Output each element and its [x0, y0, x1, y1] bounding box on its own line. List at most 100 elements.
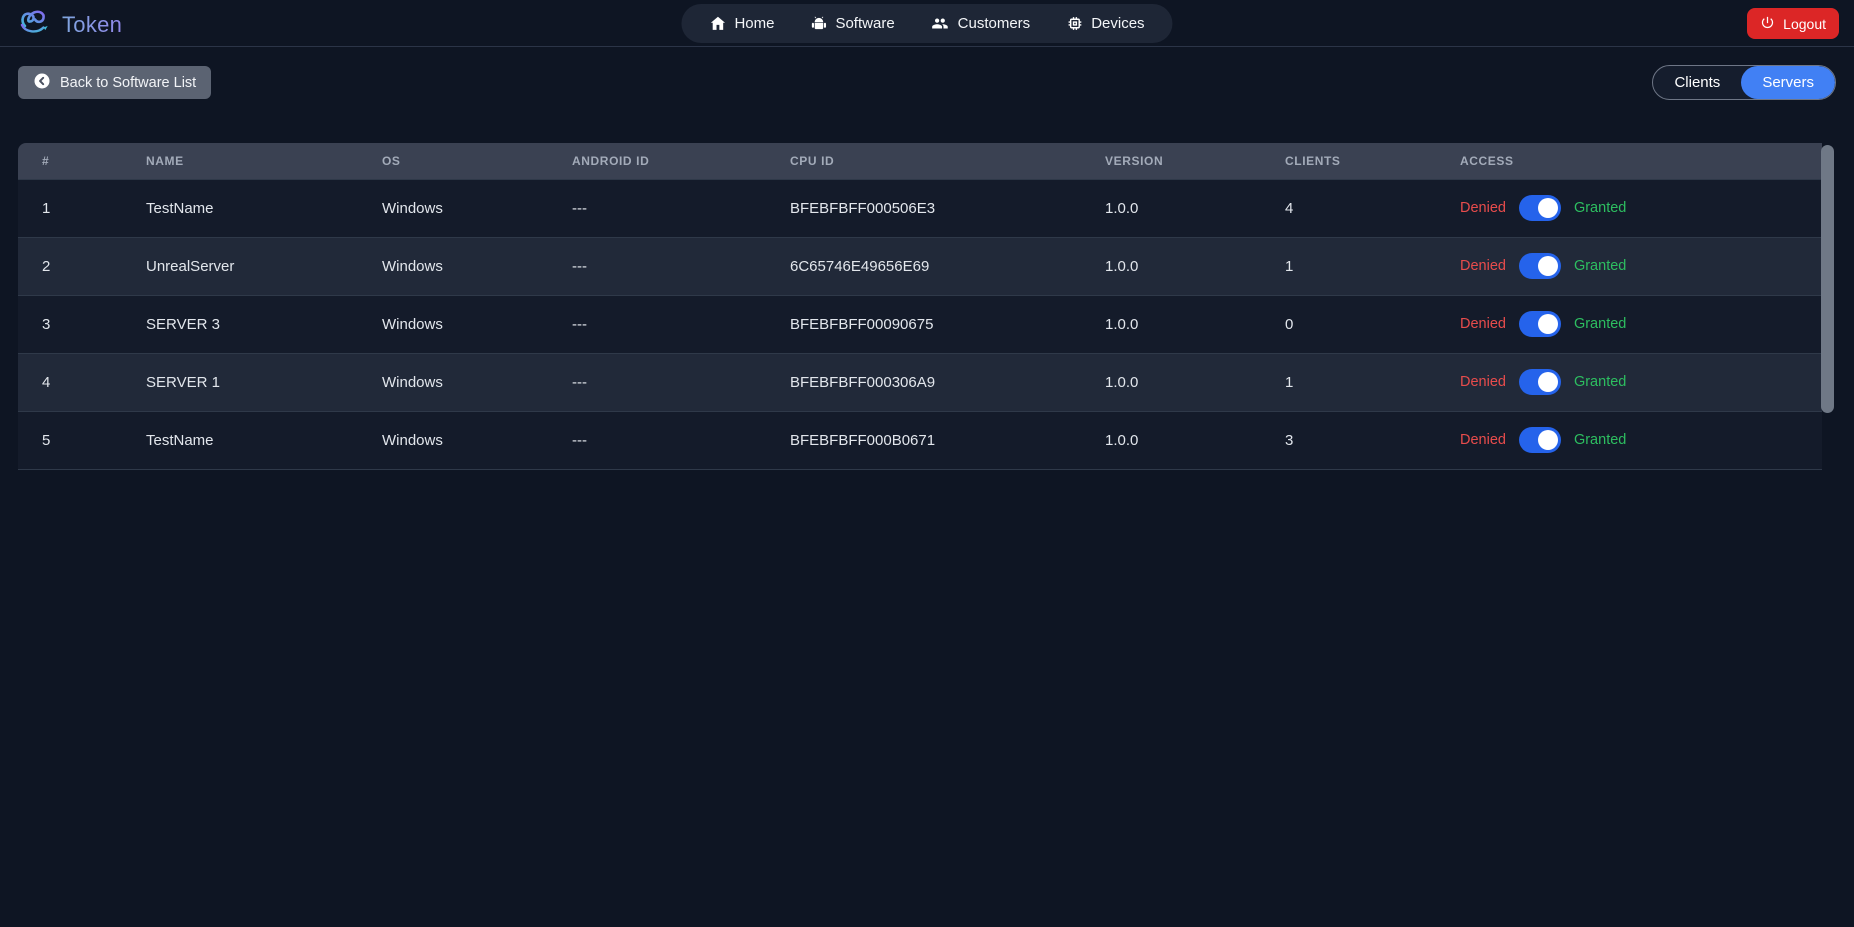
- access-toggle[interactable]: [1519, 195, 1561, 221]
- table-row: 1 TestName Windows --- BFEBFBFF000506E3 …: [18, 179, 1822, 237]
- people-icon: [931, 15, 950, 32]
- cell-access: Denied Granted: [1436, 295, 1822, 353]
- table-header: # NAME OS ANDROID ID CPU ID VERSION CLIE…: [18, 143, 1822, 179]
- cell-android-id: ---: [548, 353, 766, 411]
- nav-item-label: Software: [835, 15, 894, 32]
- col-header-access: ACCESS: [1436, 143, 1822, 179]
- table-body: 1 TestName Windows --- BFEBFBFF000506E3 …: [18, 179, 1822, 469]
- cell-os: Windows: [358, 411, 548, 469]
- cell-clients: 4: [1261, 179, 1436, 237]
- circle-arrow-left-icon: [33, 72, 51, 94]
- cell-access: Denied Granted: [1436, 411, 1822, 469]
- denied-label: Denied: [1460, 374, 1506, 390]
- col-header-os: OS: [358, 143, 548, 179]
- cell-index: 5: [18, 411, 122, 469]
- toggle-knob: [1538, 372, 1558, 392]
- vertical-scrollbar-thumb[interactable]: [1821, 145, 1834, 413]
- cell-os: Windows: [358, 237, 548, 295]
- nav-item-devices[interactable]: Devices: [1066, 15, 1144, 32]
- toggle-knob: [1538, 314, 1558, 334]
- access-toggle[interactable]: [1519, 311, 1561, 337]
- access-toggle[interactable]: [1519, 427, 1561, 453]
- cell-name: TestName: [122, 411, 358, 469]
- granted-label: Granted: [1574, 316, 1626, 332]
- tab-clients[interactable]: Clients: [1653, 66, 1741, 99]
- col-header-clients: CLIENTS: [1261, 143, 1436, 179]
- cell-access: Denied Granted: [1436, 237, 1822, 295]
- navbar: Token Home Software Customers Devices: [0, 0, 1854, 47]
- denied-label: Denied: [1460, 258, 1506, 274]
- access-toggle[interactable]: [1519, 369, 1561, 395]
- cell-version: 1.0.0: [1081, 295, 1261, 353]
- table-row: 3 SERVER 3 Windows --- BFEBFBFF00090675 …: [18, 295, 1822, 353]
- servers-table: # NAME OS ANDROID ID CPU ID VERSION CLIE…: [18, 143, 1822, 470]
- cell-index: 3: [18, 295, 122, 353]
- toggle-knob: [1538, 198, 1558, 218]
- nav-item-label: Customers: [958, 15, 1031, 32]
- denied-label: Denied: [1460, 432, 1506, 448]
- cell-name: UnrealServer: [122, 237, 358, 295]
- back-to-software-list-button[interactable]: Back to Software List: [18, 66, 211, 99]
- granted-label: Granted: [1574, 258, 1626, 274]
- cell-cpu-id: BFEBFBFF00090675: [766, 295, 1081, 353]
- cell-access: Denied Granted: [1436, 353, 1822, 411]
- col-header-version: VERSION: [1081, 143, 1261, 179]
- col-header-cpu-id: CPU ID: [766, 143, 1081, 179]
- cell-os: Windows: [358, 353, 548, 411]
- brand-name: Token: [62, 12, 122, 38]
- nav-item-software[interactable]: Software: [810, 15, 894, 32]
- cell-cpu-id: BFEBFBFF000506E3: [766, 179, 1081, 237]
- main-nav: Home Software Customers Devices: [681, 4, 1172, 43]
- cell-version: 1.0.0: [1081, 179, 1261, 237]
- cell-index: 1: [18, 179, 122, 237]
- cell-version: 1.0.0: [1081, 411, 1261, 469]
- clients-servers-toggle: Clients Servers: [1652, 65, 1836, 100]
- granted-label: Granted: [1574, 200, 1626, 216]
- cell-index: 4: [18, 353, 122, 411]
- cell-android-id: ---: [548, 295, 766, 353]
- cell-name: TestName: [122, 179, 358, 237]
- page: { "brand": { "name": "Token" }, "nav": {…: [0, 0, 1854, 927]
- cell-android-id: ---: [548, 411, 766, 469]
- cell-version: 1.0.0: [1081, 353, 1261, 411]
- cell-android-id: ---: [548, 179, 766, 237]
- nav-item-home[interactable]: Home: [709, 15, 774, 32]
- table-row: 5 TestName Windows --- BFEBFBFF000B0671 …: [18, 411, 1822, 469]
- home-icon: [709, 15, 726, 32]
- cell-clients: 0: [1261, 295, 1436, 353]
- cell-clients: 1: [1261, 237, 1436, 295]
- col-header-name: NAME: [122, 143, 358, 179]
- access-toggle[interactable]: [1519, 253, 1561, 279]
- android-icon: [810, 15, 827, 32]
- cell-name: SERVER 3: [122, 295, 358, 353]
- tab-servers[interactable]: Servers: [1741, 66, 1835, 99]
- cell-clients: 3: [1261, 411, 1436, 469]
- cell-cpu-id: 6C65746E49656E69: [766, 237, 1081, 295]
- table-row: 2 UnrealServer Windows --- 6C65746E49656…: [18, 237, 1822, 295]
- cell-cpu-id: BFEBFBFF000306A9: [766, 353, 1081, 411]
- logout-button[interactable]: Logout: [1747, 8, 1839, 39]
- granted-label: Granted: [1574, 374, 1626, 390]
- table-row: 4 SERVER 1 Windows --- BFEBFBFF000306A9 …: [18, 353, 1822, 411]
- nav-item-label: Devices: [1091, 15, 1144, 32]
- cell-version: 1.0.0: [1081, 237, 1261, 295]
- col-header-android-id: ANDROID ID: [548, 143, 766, 179]
- toggle-knob: [1538, 430, 1558, 450]
- nav-item-customers[interactable]: Customers: [931, 15, 1031, 32]
- brand-logo[interactable]: Token: [16, 5, 122, 44]
- back-button-label: Back to Software List: [60, 75, 196, 91]
- power-icon: [1760, 15, 1775, 33]
- cell-os: Windows: [358, 295, 548, 353]
- cell-name: SERVER 1: [122, 353, 358, 411]
- token-swirl-icon: [16, 5, 52, 44]
- cell-index: 2: [18, 237, 122, 295]
- servers-table-container: # NAME OS ANDROID ID CPU ID VERSION CLIE…: [18, 143, 1836, 478]
- cell-cpu-id: BFEBFBFF000B0671: [766, 411, 1081, 469]
- denied-label: Denied: [1460, 316, 1506, 332]
- cell-os: Windows: [358, 179, 548, 237]
- logout-label: Logout: [1783, 16, 1826, 32]
- cell-access: Denied Granted: [1436, 179, 1822, 237]
- toggle-knob: [1538, 256, 1558, 276]
- denied-label: Denied: [1460, 200, 1506, 216]
- granted-label: Granted: [1574, 432, 1626, 448]
